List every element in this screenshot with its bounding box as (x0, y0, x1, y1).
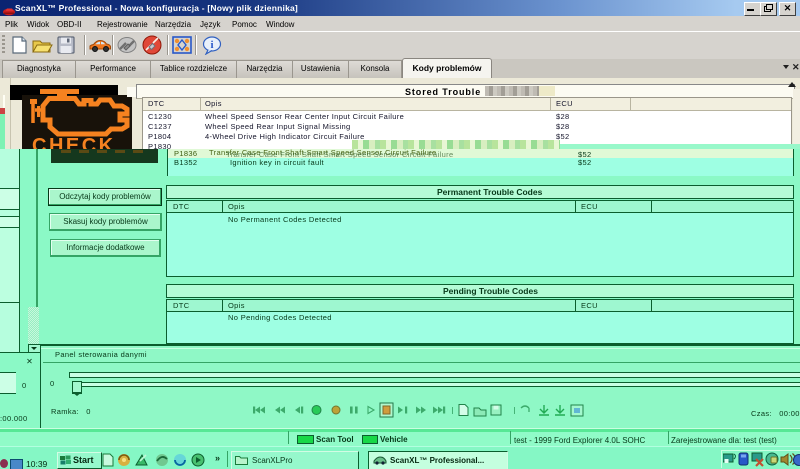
svg-text:i: i (210, 39, 213, 51)
